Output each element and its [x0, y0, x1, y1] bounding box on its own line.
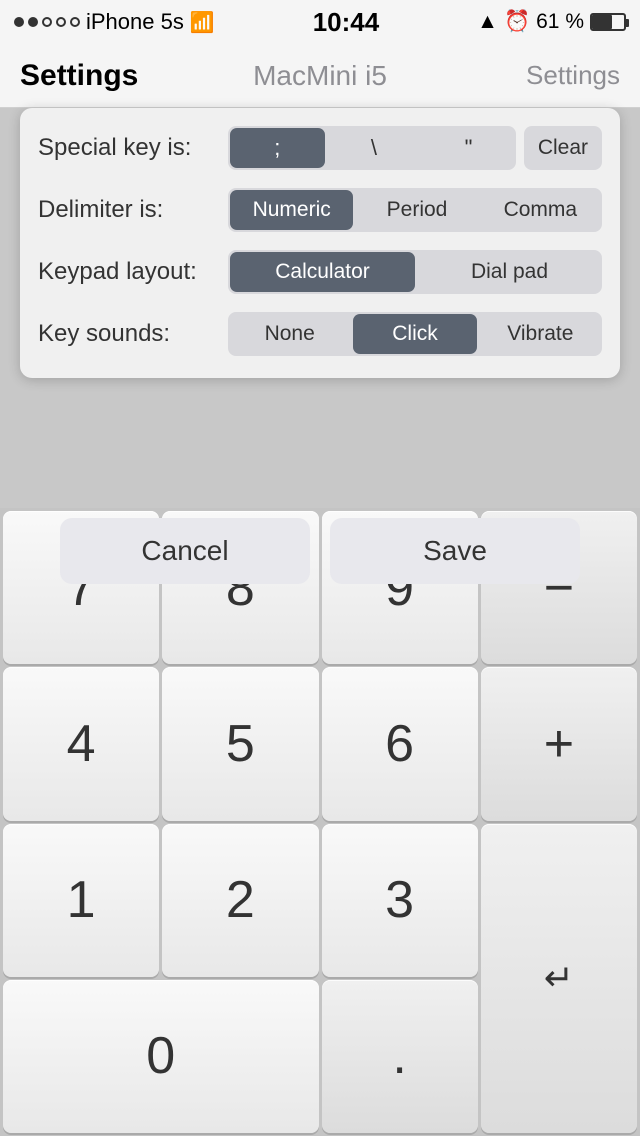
keypad-layout-row: Keypad layout: Calculator Dial pad — [38, 250, 602, 294]
clear-button[interactable]: Clear — [524, 126, 602, 170]
key-4[interactable]: 4 — [3, 667, 159, 820]
nav-bar: Settings MacMini i5 Settings — [0, 44, 640, 108]
delimiter-segment: Numeric Period Comma — [228, 188, 602, 232]
delimiter-label: Delimiter is: — [38, 196, 228, 224]
dot-1 — [14, 17, 24, 27]
key-sounds-segment: None Click Vibrate — [228, 312, 602, 356]
settings-panel: Special key is: ; \ " Clear Delimiter is… — [20, 108, 620, 378]
keypad-layout-label: Keypad layout: — [38, 258, 228, 286]
key-0[interactable]: 0 — [3, 980, 319, 1133]
keypad-calculator[interactable]: Calculator — [230, 252, 415, 292]
delimiter-comma[interactable]: Comma — [479, 188, 602, 232]
carrier-label: iPhone 5s — [86, 9, 184, 35]
keypad-dialpad[interactable]: Dial pad — [417, 250, 602, 294]
dot-2 — [28, 17, 38, 27]
status-bar: iPhone 5s 📶 10:44 ▲ ⏰ 61 % — [0, 0, 640, 44]
key-plus[interactable]: + — [481, 667, 637, 820]
status-left: iPhone 5s 📶 — [14, 9, 215, 35]
special-key-group: ; \ " Clear — [228, 126, 602, 170]
special-key-quote[interactable]: " — [421, 126, 516, 170]
dialog-buttons: Cancel Save — [0, 518, 640, 584]
special-key-row: Special key is: ; \ " Clear — [38, 126, 602, 170]
dot-3 — [42, 17, 52, 27]
key-2[interactable]: 2 — [162, 824, 318, 977]
key-sounds-row: Key sounds: None Click Vibrate — [38, 312, 602, 356]
dot-4 — [56, 17, 66, 27]
signal-dots — [14, 17, 80, 27]
status-time: 10:44 — [313, 7, 380, 38]
keypad-layout-segment: Calculator Dial pad — [228, 250, 602, 294]
nav-title-settings: Settings — [20, 59, 220, 93]
key-sounds-label: Key sounds: — [38, 320, 228, 348]
battery-fill — [592, 15, 612, 29]
delimiter-numeric[interactable]: Numeric — [230, 190, 353, 230]
sounds-vibrate[interactable]: Vibrate — [479, 312, 602, 356]
special-key-semicolon[interactable]: ; — [230, 128, 325, 168]
alarm-icon: ⏰ — [504, 10, 530, 34]
special-key-backslash[interactable]: \ — [327, 126, 422, 170]
keypad: 7 8 9 − 4 5 6 + 1 2 3 ↵ 0 . — [0, 508, 640, 1136]
dot-5 — [70, 17, 80, 27]
cancel-button[interactable]: Cancel — [60, 518, 310, 584]
delimiter-period[interactable]: Period — [355, 188, 478, 232]
special-key-segment: ; \ " — [228, 126, 516, 170]
location-icon: ▲ — [477, 10, 498, 34]
save-button[interactable]: Save — [330, 518, 580, 584]
battery-percent: 61 % — [536, 10, 584, 34]
key-enter[interactable]: ↵ — [481, 824, 637, 1134]
sounds-click[interactable]: Click — [353, 314, 476, 354]
wifi-icon: 📶 — [190, 10, 215, 35]
key-1[interactable]: 1 — [3, 824, 159, 977]
key-dot[interactable]: . — [322, 980, 478, 1133]
status-right: ▲ ⏰ 61 % — [477, 10, 626, 34]
nav-title-center: MacMini i5 — [220, 60, 420, 92]
key-3[interactable]: 3 — [322, 824, 478, 977]
key-5[interactable]: 5 — [162, 667, 318, 820]
battery-icon — [590, 13, 626, 31]
delimiter-row: Delimiter is: Numeric Period Comma — [38, 188, 602, 232]
key-6[interactable]: 6 — [322, 667, 478, 820]
special-key-label: Special key is: — [38, 134, 228, 162]
sounds-none[interactable]: None — [228, 312, 351, 356]
nav-title-right: Settings — [420, 60, 620, 91]
